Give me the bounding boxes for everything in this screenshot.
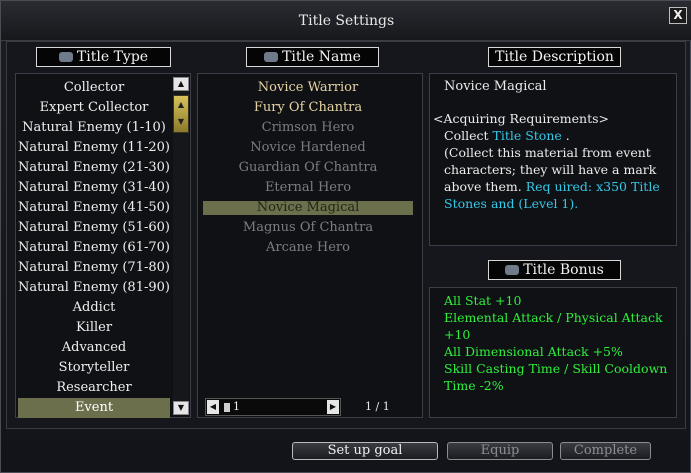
title-type-item[interactable]: Natural Enemy (71-80) (18, 258, 170, 278)
title-type-item[interactable]: Natural Enemy (81-90) (18, 278, 170, 298)
title-description-panel: Novice Magical <Acquiring Requirements> … (429, 73, 677, 246)
title-name-item[interactable]: Arcane Hero (203, 238, 413, 258)
window-title: Title Settings (298, 13, 395, 29)
title-name-item[interactable]: Magnus Of Chantra (203, 218, 413, 238)
title-type-item[interactable]: Collector (18, 78, 170, 98)
header-emblem-icon (264, 52, 279, 62)
title-description-header: Title Description (488, 47, 621, 67)
title-name-header-label: Title Name (282, 49, 361, 65)
page-slider[interactable]: ◀ 1 ▶ (205, 398, 341, 416)
bonus-line: All Stat +10 (444, 293, 522, 308)
title-type-item[interactable]: Expert Collector (18, 98, 170, 118)
collect-suffix: . (561, 128, 570, 143)
title-name-list: Novice Warrior Fury Of Chantra Crimson Her… (197, 73, 423, 418)
scroll-down-arrow-icon[interactable]: ▼ (173, 401, 189, 415)
title-type-item[interactable]: Natural Enemy (11-20) (18, 138, 170, 158)
scroll-thumb[interactable]: ▲ ▼ (173, 95, 189, 133)
title-type-item[interactable]: Storyteller (18, 358, 170, 378)
title-name-item[interactable]: Fury Of Chantra (203, 98, 413, 118)
title-name-item[interactable]: Guardian Of Chantra (203, 158, 413, 178)
title-type-header-label: Title Type (76, 49, 149, 65)
page-count: 1 / 1 (365, 400, 390, 413)
title-type-item[interactable]: Natural Enemy (61-70) (18, 238, 170, 258)
set-up-goal-button[interactable]: Set up goal (292, 442, 438, 460)
title-type-item[interactable]: Event (18, 398, 170, 418)
title-type-scrollbar[interactable]: ▲ ▲ ▼ ▼ (173, 77, 189, 415)
window-titlebar[interactable]: Title Settings X (1, 1, 691, 41)
page-next-icon[interactable]: ▶ (327, 400, 339, 414)
title-name-item[interactable]: Crimson Hero (203, 118, 413, 138)
title-type-item[interactable]: Natural Enemy (21-30) (18, 158, 170, 178)
title-settings-window: Title Settings X Title Type Title Name T… (0, 0, 691, 473)
page-prev-icon[interactable]: ◀ (207, 400, 219, 414)
title-type-item[interactable]: Natural Enemy (1-10) (18, 118, 170, 138)
collect-prefix: Collect (444, 128, 493, 143)
bonus-line: All Dimensional Attack +5% (444, 344, 623, 359)
title-description-header-label: Title Description (495, 49, 614, 65)
bonus-list: All Stat +10 Elemental Attack / Physical … (444, 292, 670, 394)
title-name-item[interactable]: Novice Hardened (203, 138, 413, 158)
title-name-item[interactable]: Eternal Hero (203, 178, 413, 198)
title-type-item[interactable]: Killer (18, 318, 170, 338)
title-type-list: Collector Expert Collector Natural Enemy (… (15, 73, 191, 418)
title-type-item[interactable]: Addict (18, 298, 170, 318)
title-name-header: Title Name (246, 47, 379, 67)
title-type-item[interactable]: Natural Enemy (51-60) (18, 218, 170, 238)
title-type-header: Title Type (36, 47, 171, 67)
description-body: <Acquiring Requirements> Collect Title S… (433, 110, 669, 212)
description-title: Novice Magical (444, 79, 547, 94)
collect-item-link: Title Stone (492, 128, 562, 143)
requirements-text: Collect Title Stone . (Collect this mater… (433, 127, 669, 212)
title-bonus-header-label: Title Bonus (523, 262, 604, 278)
header-emblem-icon (505, 265, 520, 275)
title-bonus-header: Title Bonus (488, 260, 621, 280)
title-name-item[interactable]: Novice Magical (203, 201, 413, 215)
title-type-item[interactable]: Natural Enemy (31-40) (18, 178, 170, 198)
title-type-item[interactable]: Advanced (18, 338, 170, 358)
requirements-heading: <Acquiring Requirements> (433, 111, 609, 126)
scroll-up-arrow-icon[interactable]: ▲ (173, 77, 189, 91)
complete-button[interactable]: Complete (560, 442, 651, 460)
page-slider-value: 1 (233, 400, 240, 413)
title-type-item[interactable]: Natural Enemy (41-50) (18, 198, 170, 218)
page-slider-handle[interactable] (224, 403, 230, 412)
title-bonus-panel: All Stat +10 Elemental Attack / Physical … (429, 287, 677, 418)
title-type-item[interactable]: Researcher (18, 378, 170, 398)
bonus-line: Skill Casting Time / Skill Cooldown Time… (444, 361, 668, 393)
close-button[interactable]: X (669, 7, 687, 24)
header-emblem-icon (58, 52, 73, 62)
bonus-line: Elemental Attack / Physical Attack +10 (444, 310, 663, 342)
equip-button[interactable]: Equip (447, 442, 553, 460)
title-name-item[interactable]: Novice Warrior (203, 78, 413, 98)
